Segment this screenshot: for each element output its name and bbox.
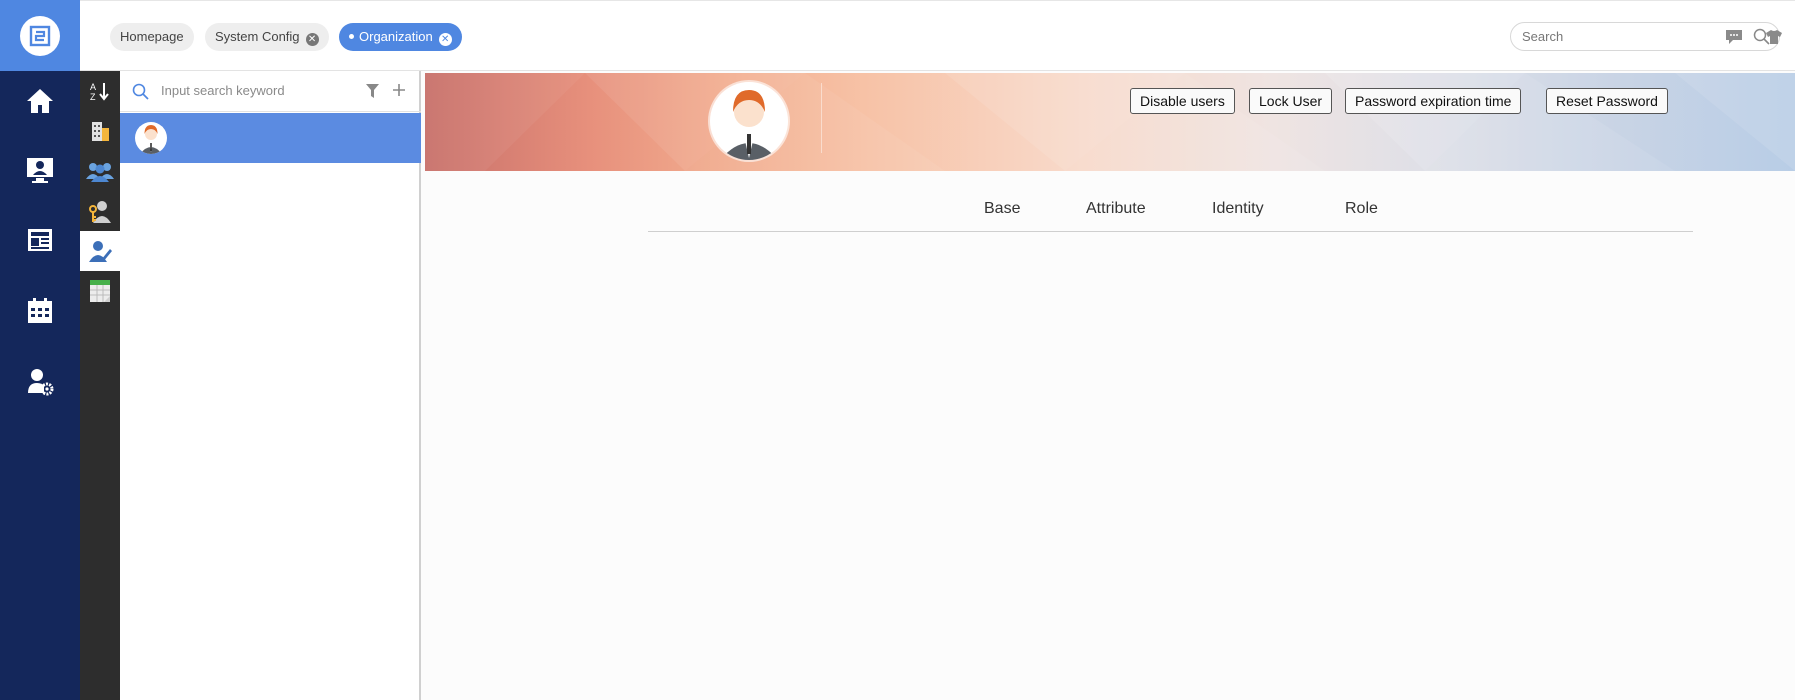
tab-label: Organization	[359, 29, 433, 44]
user-banner: Disable users Lock User Password expirat…	[425, 73, 1795, 171]
detail-tab-bar: Base Attribute Identity Role	[648, 200, 1693, 232]
tree-search-input[interactable]	[161, 83, 351, 98]
tab-role[interactable]: Role	[1345, 200, 1378, 218]
tab-system-config[interactable]: System Config ✕	[205, 23, 329, 51]
close-icon[interactable]: ✕	[438, 33, 452, 46]
close-icon[interactable]: ✕	[305, 33, 319, 46]
disable-users-button[interactable]: Disable users	[1130, 88, 1235, 114]
tab-attribute[interactable]: Attribute	[1086, 200, 1146, 218]
logo-area	[0, 0, 80, 71]
message-icon[interactable]	[1724, 27, 1744, 47]
filter-icon[interactable]	[366, 84, 379, 103]
divider	[821, 83, 822, 153]
theme-shirt-icon[interactable]	[1764, 27, 1784, 47]
tab-homepage[interactable]: Homepage	[110, 23, 194, 51]
tree-item-selected-user[interactable]	[120, 113, 421, 163]
add-icon[interactable]	[392, 83, 406, 102]
building-icon[interactable]	[80, 111, 120, 151]
search-icon[interactable]	[132, 83, 149, 105]
news-icon[interactable]	[0, 210, 80, 270]
tab-label: System Config	[215, 29, 300, 44]
search-input[interactable]	[1522, 29, 1742, 44]
logo-icon[interactable]	[20, 15, 60, 56]
active-dot	[349, 34, 354, 39]
user-edit-icon[interactable]	[80, 231, 120, 271]
main-sidebar	[0, 0, 80, 700]
avatar	[135, 122, 167, 154]
top-bar: Homepage System Config ✕ Organization ✕	[80, 0, 1795, 71]
spreadsheet-icon[interactable]	[80, 271, 120, 311]
svg-text:A: A	[90, 82, 96, 92]
user-avatar	[710, 82, 788, 160]
group-icon[interactable]	[80, 151, 120, 191]
tab-label: Homepage	[120, 29, 184, 44]
svg-text:Z: Z	[90, 92, 96, 102]
key-user-icon[interactable]	[80, 191, 120, 231]
tool-sidebar: AZ	[80, 71, 120, 700]
reset-password-button[interactable]: Reset Password	[1546, 88, 1668, 114]
org-tree-panel	[120, 71, 421, 700]
user-settings-icon[interactable]	[0, 352, 80, 412]
tab-organization[interactable]: Organization ✕	[339, 23, 462, 51]
tab-base[interactable]: Base	[984, 200, 1020, 218]
monitor-user-icon[interactable]	[0, 140, 80, 200]
calendar-icon[interactable]	[0, 281, 80, 341]
home-icon[interactable]	[0, 71, 80, 131]
lock-user-button[interactable]: Lock User	[1249, 88, 1333, 114]
sort-icon[interactable]: AZ	[80, 71, 120, 111]
tab-identity[interactable]: Identity	[1212, 200, 1264, 218]
password-expiration-button[interactable]: Password expiration time	[1345, 88, 1522, 114]
tree-search-bar	[120, 71, 421, 112]
